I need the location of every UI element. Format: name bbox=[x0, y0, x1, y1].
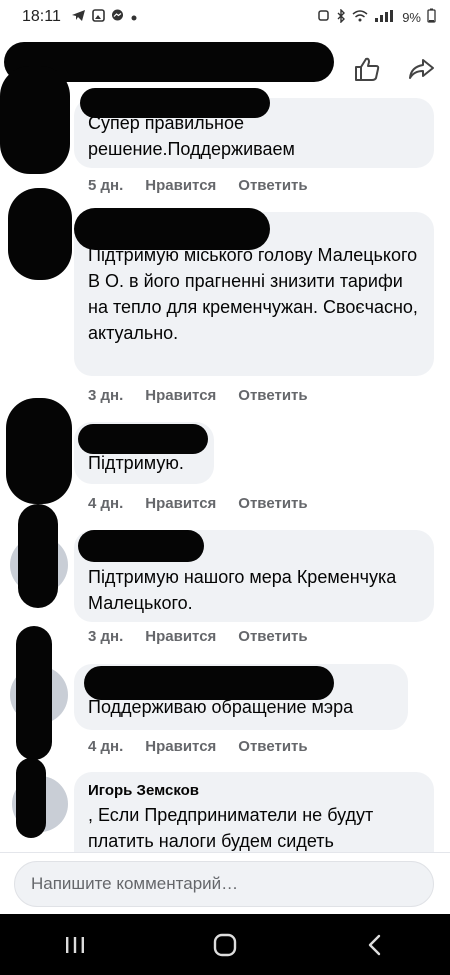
redaction-mark bbox=[8, 188, 72, 280]
bluetooth-icon bbox=[336, 7, 346, 26]
comment-text: Поддерживаю обращение мэра bbox=[88, 697, 354, 717]
thumbs-up-icon[interactable] bbox=[352, 54, 382, 84]
reply-link[interactable]: Ответить bbox=[238, 495, 307, 512]
redaction-mark bbox=[6, 398, 72, 504]
status-time: 18:11 bbox=[22, 8, 61, 25]
redaction-mark bbox=[80, 88, 270, 118]
redaction-mark bbox=[0, 66, 70, 174]
redaction-mark bbox=[16, 758, 46, 838]
comment-age: 4 дн. bbox=[88, 738, 124, 755]
redaction-mark bbox=[16, 626, 52, 760]
dot-icon bbox=[130, 10, 138, 25]
telegram-icon bbox=[71, 9, 86, 25]
comment-age: 3 дн. bbox=[88, 387, 124, 404]
comment-actions: 4 дн. Нравится Ответить bbox=[88, 495, 308, 512]
comment-author[interactable]: Игорь Земсков bbox=[88, 780, 420, 802]
like-link[interactable]: Нравится bbox=[145, 177, 216, 194]
wifi-icon bbox=[352, 9, 368, 25]
comment-text: Підтримую нашого мера Кременчука Малецьк… bbox=[88, 567, 397, 613]
comment-text: Підтримую. bbox=[88, 453, 184, 473]
like-link[interactable]: Нравится bbox=[145, 628, 216, 645]
redaction-mark bbox=[84, 666, 334, 700]
redaction-mark bbox=[78, 530, 204, 562]
like-link[interactable]: Нравится bbox=[145, 387, 216, 404]
comment-text: Супер правильное решение.Поддерживаем bbox=[88, 113, 295, 159]
reply-link[interactable]: Ответить bbox=[238, 387, 307, 404]
comment-age: 5 дн. bbox=[88, 177, 124, 194]
battery-icon bbox=[427, 8, 436, 26]
reply-link[interactable]: Ответить bbox=[238, 628, 307, 645]
alarm-icon bbox=[317, 9, 330, 25]
comment-text: Підтримую міського голову Малецького В О… bbox=[88, 245, 418, 343]
system-icons: 9% bbox=[317, 7, 436, 26]
redaction-mark bbox=[78, 424, 208, 454]
comment-age: 3 дн. bbox=[88, 628, 124, 645]
comment-actions: 3 дн. Нравится Ответить bbox=[88, 387, 308, 404]
battery-percent: 9% bbox=[402, 9, 421, 25]
comment-text: , Если Предприниматели не будут платить … bbox=[88, 805, 374, 851]
photos-icon bbox=[92, 9, 105, 25]
messenger-icon bbox=[111, 9, 124, 25]
status-bar: 18:11 9% bbox=[0, 0, 450, 34]
reply-link[interactable]: Ответить bbox=[238, 177, 307, 194]
signal-icon bbox=[374, 9, 396, 25]
share-arrow-icon[interactable] bbox=[406, 54, 436, 84]
notification-icons bbox=[71, 9, 138, 25]
reply-link[interactable]: Ответить bbox=[238, 738, 307, 755]
system-nav-bar bbox=[0, 914, 450, 975]
comment-age: 4 дн. bbox=[88, 495, 124, 512]
redaction-mark bbox=[18, 504, 58, 608]
redaction-mark bbox=[74, 208, 270, 250]
comment-actions: 5 дн. Нравится Ответить bbox=[88, 177, 308, 194]
recent-apps-icon[interactable] bbox=[45, 925, 105, 965]
home-icon[interactable] bbox=[195, 925, 255, 965]
comment-actions: 4 дн. Нравится Ответить bbox=[88, 738, 308, 755]
comment-composer-bar bbox=[0, 852, 450, 914]
back-icon[interactable] bbox=[345, 925, 405, 965]
comment-actions: 3 дн. Нравится Ответить bbox=[88, 628, 308, 645]
comment-input[interactable] bbox=[14, 861, 434, 907]
like-link[interactable]: Нравится bbox=[145, 738, 216, 755]
like-link[interactable]: Нравится bbox=[145, 495, 216, 512]
